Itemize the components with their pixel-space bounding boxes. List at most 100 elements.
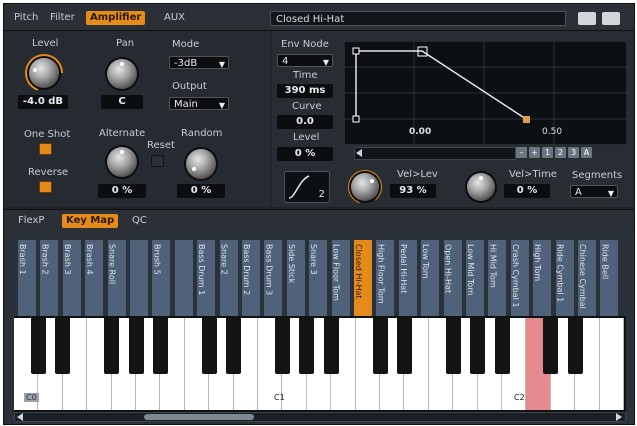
segments-dropdown[interactable]: A ▼ (570, 185, 618, 198)
chevron-down-icon: ▼ (607, 189, 614, 198)
tab-aux[interactable]: AUX (160, 11, 189, 25)
window-icon[interactable] (602, 12, 620, 25)
scroll-left-icon[interactable] (17, 413, 23, 421)
vel-time-value[interactable]: 0 % (504, 184, 550, 198)
keyboard-scrollbar[interactable] (14, 412, 626, 422)
level-label: Level (32, 38, 59, 49)
env-level-value[interactable]: 0 % (277, 147, 333, 161)
alternate-label: Alternate (99, 128, 146, 139)
env-node-value: 4 (282, 56, 289, 67)
tab-filter[interactable]: Filter (46, 11, 79, 25)
piano-black-key[interactable] (274, 318, 290, 374)
output-label: Output (172, 81, 207, 92)
piano-black-key[interactable] (201, 318, 217, 374)
env-level-label: Level (293, 132, 320, 143)
level-knob[interactable] (29, 58, 59, 88)
piano-black-key[interactable] (396, 318, 412, 374)
chevron-down-icon: ▼ (218, 101, 225, 110)
piano-black-key[interactable] (104, 318, 120, 374)
reverse-toggle[interactable] (39, 181, 52, 193)
key-map-column-label: High Tom (533, 244, 543, 282)
mode-dropdown[interactable]: -3dB ▼ (169, 56, 229, 69)
envelope-scroll-track[interactable] (354, 147, 516, 160)
key-map-column-label: Open Hi-Hat (443, 244, 453, 294)
vel-lev-label: Vel>Lev (397, 169, 438, 180)
scroll-thumb[interactable] (144, 414, 254, 420)
level-value[interactable]: -4.0 dB (18, 95, 68, 109)
env-curve-label: Curve (292, 101, 322, 112)
vel-time-label: Vel>Time (509, 169, 557, 180)
curve-shape-button[interactable]: 2 (284, 171, 330, 203)
tab-amplifier[interactable]: Amplifier (86, 11, 146, 25)
save-preset-icon[interactable] (578, 12, 596, 25)
tab-key-map[interactable]: Key Map (62, 214, 119, 228)
key-map-column-label: Bass Drum 1 (197, 244, 207, 296)
vel-lev-value[interactable]: 93 % (390, 184, 436, 198)
chevron-down-icon: ▼ (218, 60, 225, 69)
segment-2-button[interactable]: 2 (555, 147, 566, 158)
key-map-column-label: Ride Cymbal 1 (555, 244, 565, 303)
alternate-knob[interactable] (107, 147, 137, 177)
output-value: Main (174, 99, 198, 110)
preset-name-field[interactable]: Closed Hi-Hat (270, 11, 566, 26)
key-map-column-label: Low Floor Tom (331, 244, 341, 301)
env-time-value[interactable]: 390 ms (277, 84, 333, 98)
piano-black-key[interactable] (152, 318, 168, 374)
pan-label: Pan (116, 38, 135, 49)
piano-black-key[interactable] (372, 318, 388, 374)
env-curve-value[interactable]: 0.0 (277, 115, 333, 129)
random-knob[interactable] (186, 149, 216, 179)
random-value[interactable]: 0 % (177, 184, 225, 198)
pan-value[interactable]: C (101, 95, 143, 109)
random-label: Random (181, 128, 223, 139)
segment-1-button[interactable]: 1 (542, 147, 553, 158)
tab-qc[interactable]: QC (128, 214, 151, 228)
piano-black-key[interactable] (494, 318, 510, 374)
reset-label: Reset (147, 140, 175, 151)
mode-value: -3dB (174, 58, 198, 69)
key-map-column-label: Bass Drum 3 (264, 244, 274, 296)
segment-a-button[interactable]: A (581, 147, 592, 158)
piano-black-key[interactable] (567, 318, 583, 374)
tab-pitch[interactable]: Pitch (10, 11, 42, 25)
piano-black-key[interactable] (55, 318, 71, 374)
alternate-value[interactable]: 0 % (98, 184, 146, 198)
scroll-right-icon[interactable] (616, 413, 622, 421)
key-map-column-label: Snare 2 (219, 244, 229, 275)
segment-3-button[interactable]: 3 (568, 147, 579, 158)
envelope-graph[interactable] (344, 41, 627, 145)
piano-black-key[interactable] (128, 318, 144, 374)
zoom-in-button[interactable]: + (529, 147, 540, 158)
piano-black-key[interactable] (470, 318, 486, 374)
tab-flexp[interactable]: FlexP (14, 214, 48, 228)
reverse-label: Reverse (28, 167, 69, 178)
key-map-column-label: Brash 1 (18, 244, 27, 275)
key-map-column-label: Bass Drum 2 (242, 244, 251, 296)
envelope-tick-1: 0.50 (542, 127, 563, 137)
vel-time-knob[interactable] (467, 173, 495, 201)
key-map-column-label: Brash 2 (40, 244, 50, 275)
piano-black-key[interactable] (30, 318, 46, 374)
zoom-out-button[interactable]: – (516, 147, 527, 158)
key-map-column-label: Snare 3 (309, 244, 319, 275)
segments-value: A (575, 187, 582, 198)
key-map-column-label: Hi Mid Tom (488, 244, 498, 288)
piano-black-key[interactable] (323, 318, 339, 374)
piano-black-key[interactable] (299, 318, 315, 374)
curve-shape-number: 2 (318, 189, 325, 200)
piano-white-key[interactable] (599, 318, 624, 410)
vel-lev-knob[interactable] (351, 173, 379, 201)
key-map-column-label: Low Mid Tom (466, 244, 475, 296)
env-time-label: Time (293, 70, 318, 81)
piano-black-key[interactable] (543, 318, 559, 374)
mode-label: Mode (172, 39, 200, 50)
one-shot-toggle[interactable] (39, 143, 52, 155)
output-dropdown[interactable]: Main ▼ (169, 97, 229, 110)
pan-knob[interactable] (107, 59, 137, 89)
piano-black-key[interactable] (445, 318, 461, 374)
env-node-dropdown[interactable]: 4 ▼ (277, 54, 333, 67)
piano-black-key[interactable] (226, 318, 242, 374)
reset-button[interactable] (151, 155, 164, 167)
scroll-left-icon[interactable] (356, 149, 362, 157)
key-map-column-label: Brash 4 (85, 244, 95, 275)
